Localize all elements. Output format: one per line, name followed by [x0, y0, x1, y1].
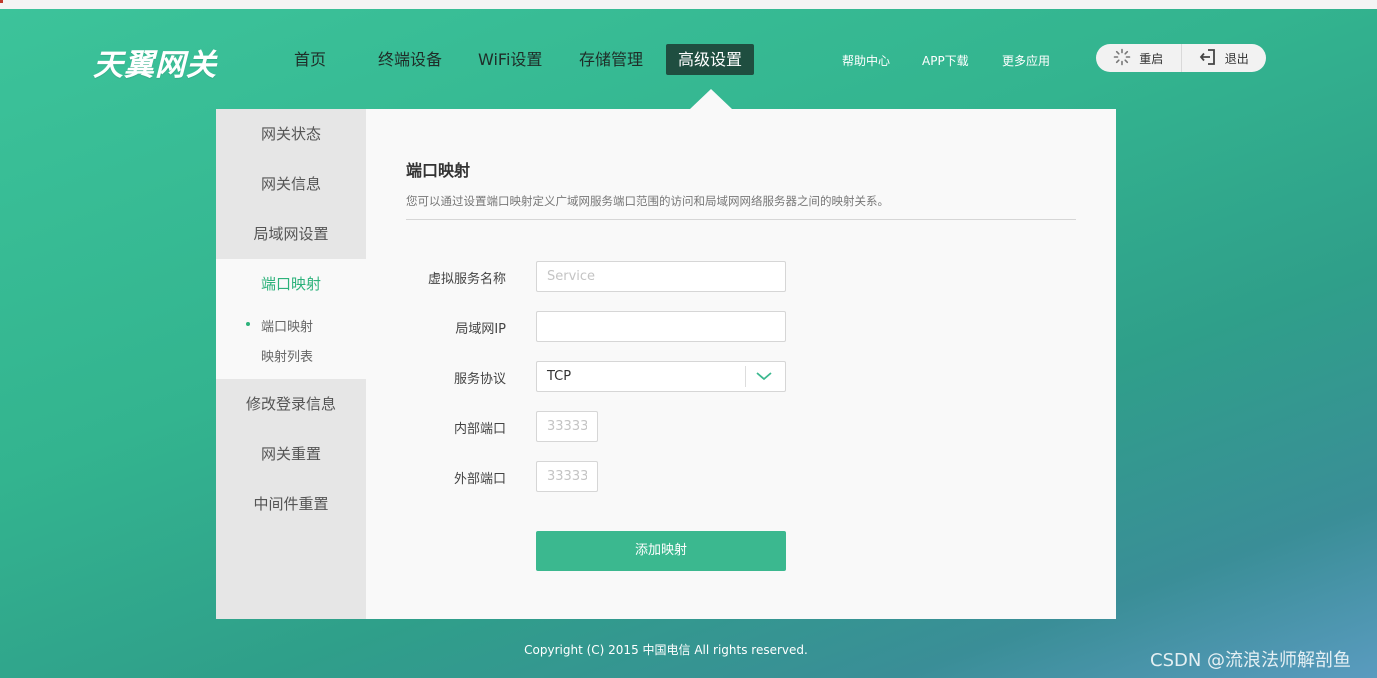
logout-label: 退出 [1224, 51, 1249, 66]
logout-button[interactable]: 退出 [1182, 48, 1267, 69]
external-port-input[interactable] [536, 461, 598, 492]
service-name-label: 虚拟服务名称 [427, 272, 506, 287]
internal-port-label: 内部端口 [453, 422, 506, 437]
browser-top-strip [0, 0, 1377, 9]
service-name-input[interactable] [536, 261, 786, 292]
help-center-link[interactable]: 帮助中心 [842, 52, 890, 69]
restart-icon [1113, 48, 1139, 69]
sidebar-item-modify-login[interactable]: 修改登录信息 [216, 379, 366, 429]
sidebar-item-gateway-info[interactable]: 网关信息 [216, 159, 366, 209]
sidebar-subitem-mapping-list[interactable]: 映射列表 [261, 346, 313, 365]
sidebar-item-port-mapping[interactable]: 端口映射 [216, 259, 366, 309]
protocol-value: TCP [547, 369, 572, 384]
title-divider [406, 219, 1076, 220]
internal-port-input[interactable] [536, 411, 598, 442]
protocol-label: 服务协议 [453, 372, 506, 387]
lan-ip-label: 局域网IP [455, 322, 506, 337]
external-port-label: 外部端口 [453, 472, 506, 487]
nav-home[interactable]: 首页 [294, 44, 326, 75]
logo: 天翼网关 [93, 48, 217, 83]
corner-mark [0, 0, 3, 3]
sidebar-item-middleware-reset[interactable]: 中间件重置 [216, 479, 366, 529]
nav-advanced[interactable]: 高级设置 [666, 44, 755, 75]
more-apps-link[interactable]: 更多应用 [1002, 52, 1050, 69]
sidebar-item-gateway-status[interactable]: 网关状态 [216, 109, 366, 159]
nav-devices[interactable]: 终端设备 [378, 44, 442, 75]
restart-label: 重启 [1139, 51, 1164, 66]
page-description: 您可以通过设置端口映射定义广域网服务端口范围的访问和局域网网络服务器之间的映射关… [406, 194, 889, 208]
sidebar-item-lan-settings[interactable]: 局域网设置 [216, 209, 366, 259]
lan-ip-input[interactable] [536, 311, 786, 342]
watermark: CSDN @流浪法师解剖鱼 [1150, 650, 1352, 671]
sidebar: 网关状态 网关信息 局域网设置 端口映射 端口映射 映射列表 修改登录信息 网关… [216, 109, 366, 619]
restart-button[interactable]: 重启 [1096, 48, 1181, 69]
add-mapping-button[interactable]: 添加映射 [536, 531, 786, 571]
action-pill: 重启 退出 [1096, 44, 1266, 72]
sidebar-subitem-label: 端口映射 [261, 320, 314, 335]
sidebar-subitem-port-mapping[interactable]: 端口映射 [246, 316, 314, 335]
nav-wifi[interactable]: WiFi设置 [478, 44, 542, 75]
sidebar-item-gateway-reset[interactable]: 网关重置 [216, 429, 366, 479]
page-title: 端口映射 [406, 161, 471, 180]
chevron-down-icon [755, 370, 773, 386]
app-download-link[interactable]: APP下载 [922, 52, 969, 69]
copyright: Copyright (C) 2015 中国电信 All rights reser… [524, 643, 808, 657]
logout-icon [1199, 48, 1225, 69]
select-divider [745, 366, 746, 387]
nav-active-caret [690, 89, 732, 109]
protocol-select[interactable]: TCP [536, 361, 786, 392]
active-dot-icon [246, 322, 250, 326]
nav-storage[interactable]: 存储管理 [579, 44, 643, 75]
